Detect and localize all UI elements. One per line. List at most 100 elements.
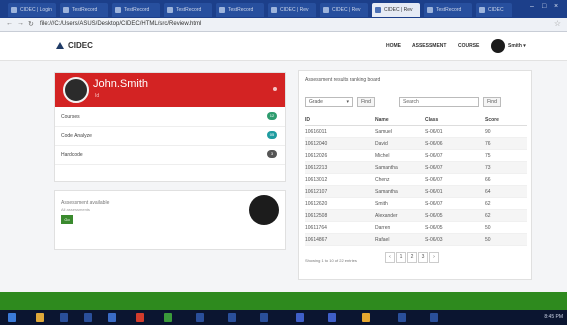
count-badge: 3 [267,150,277,158]
favicon-icon [323,7,329,13]
notification-title: Assessment available [61,200,110,206]
pagination-prev[interactable]: ‹ [385,252,395,263]
close-icon[interactable]: × [554,3,558,10]
notification-card: Assessment available All assessments Go [54,190,286,250]
url-input[interactable]: file:///C:/Users/ASUS/Desktop/CIDEC/HTML… [40,20,540,29]
sidebar-item-hardcode[interactable]: Hardcode 3 [55,146,285,165]
maximize-icon[interactable]: □ [542,3,546,10]
back-icon[interactable]: ← [6,20,13,27]
tab-testrecord[interactable]: TestRecord [60,3,108,17]
notification-avatar [249,195,279,225]
favicon-icon [427,7,433,13]
taskbar-app-icon[interactable] [296,313,304,322]
column-header[interactable]: Score [485,117,499,123]
column-header[interactable]: Class [425,117,438,123]
search-input[interactable]: Search [399,97,479,107]
taskbar-app-icon[interactable] [60,313,68,322]
os-taskbar: 8:45 PM [0,310,567,325]
user-menu-dropdown[interactable]: Smith ▾ [508,43,526,49]
go-button[interactable]: Go [61,215,73,224]
tab-cidec-review-active[interactable]: CIDEC | Rev [372,3,420,17]
nav-home[interactable]: HOME [386,43,401,49]
profile-header: John.Smith Id [55,73,285,107]
taskbar-app-icon[interactable] [430,313,438,322]
tab-testrecord[interactable]: TestRecord [216,3,264,17]
forward-icon[interactable]: → [17,20,24,27]
taskbar-app-icon[interactable] [108,313,116,322]
favicon-icon [375,7,381,13]
taskbar-app-icon[interactable] [196,313,204,322]
column-header[interactable]: ID [305,117,310,123]
table-row[interactable]: 10612107 Samantha S-06/01 64 [305,186,527,198]
table-row[interactable]: 10613012 Chenz S-06/07 66 [305,174,527,186]
table-row[interactable]: 10612620 Smith S-06/07 62 [305,198,527,210]
profile-card: John.Smith Id Courses 12 Code Analyze 05… [54,72,286,182]
tab-cidec-review[interactable]: CIDEC | Rev [268,3,316,17]
count-badge: 12 [267,112,277,120]
tray-clock[interactable]: 8:45 PM [544,314,563,320]
count-badge: 05 [267,131,277,139]
profile-subtitle: Id [95,93,100,99]
favicon-icon [479,7,485,13]
tab-testrecord[interactable]: TestRecord [164,3,212,17]
favicon-icon [11,7,17,13]
page-content: CIDEC HOME ASSESSMENT COURSE Smith ▾ Joh… [0,32,567,292]
pagination-next[interactable]: › [429,252,439,263]
tab-cidec-review[interactable]: CIDEC | Rev [320,3,368,17]
bookmark-star-icon[interactable]: ☆ [554,19,561,28]
taskbar-app-icon[interactable] [260,313,268,322]
start-icon[interactable] [8,313,16,322]
user-avatar[interactable] [491,39,505,53]
taskbar-app-icon[interactable] [362,313,370,322]
taskbar-app-icon[interactable] [136,313,144,322]
table-row[interactable]: 10612040 David S-06/06 76 [305,138,527,150]
site-footer [0,292,567,310]
chevron-down-icon: ▾ [346,99,349,105]
pagination-page-2[interactable]: 2 [407,252,417,263]
sidebar-item-code-analyze[interactable]: Code Analyze 05 [55,127,285,146]
tab-testrecord[interactable]: TestRecord [424,3,472,17]
taskbar-app-icon[interactable] [164,313,172,322]
notification-subtitle: All assessments [61,207,90,212]
tab-cidec[interactable]: CIDEC [476,3,512,17]
favicon-icon [271,7,277,13]
grade-select[interactable]: Grade ▾ [305,97,353,107]
table-row[interactable]: 10612026 Michel S-06/07 75 [305,150,527,162]
nav-assessment[interactable]: ASSESSMENT [412,43,446,49]
ranking-card: Assessment results ranking board Grade ▾ … [298,70,532,280]
file-explorer-icon[interactable] [36,313,44,322]
reload-icon[interactable]: ↻ [28,20,34,28]
taskbar-app-icon[interactable] [228,313,236,322]
table-row[interactable]: 10614867 Rafael S-06/03 50 [305,234,527,246]
browser-tab-bar: CIDEC | Login TestRecord TestRecord Test… [0,0,567,18]
address-bar: ← → ↻ file:///C:/Users/ASUS/Desktop/CIDE… [0,18,567,32]
site-logo[interactable]: CIDEC [56,41,93,50]
sidebar-item-label: Code Analyze [61,133,92,139]
column-header[interactable]: Name [375,117,389,123]
pagination-page-1[interactable]: 1 [396,252,406,263]
table-footer-info: Showing 1 to 10 of 22 entries [305,258,357,263]
taskbar-app-icon[interactable] [84,313,92,322]
sidebar: John.Smith Id Courses 12 Code Analyze 05… [54,72,286,257]
site-header: CIDEC HOME ASSESSMENT COURSE Smith ▾ [0,32,567,61]
table-row[interactable]: 10616011 Samuel S-06/01 90 [305,126,527,138]
find-button[interactable]: Find [357,97,375,107]
profile-avatar [63,77,89,103]
table-row[interactable]: 10611764 Darren S-06/05 50 [305,222,527,234]
profile-options-icon[interactable] [273,87,277,91]
table-row[interactable]: 10612213 Samantha S-06/07 73 [305,162,527,174]
tab-testrecord[interactable]: TestRecord [112,3,160,17]
card-title: Assessment results ranking board [305,77,381,83]
find-button[interactable]: Find [483,97,501,107]
tab-cidec-login[interactable]: CIDEC | Login [8,3,56,17]
pagination-page-3[interactable]: 3 [418,252,428,263]
taskbar-app-icon[interactable] [398,313,406,322]
nav-course[interactable]: COURSE [458,43,479,49]
taskbar-app-icon[interactable] [328,313,336,322]
minimize-icon[interactable]: – [530,3,534,10]
favicon-icon [167,7,173,13]
sidebar-item-courses[interactable]: Courses 12 [55,108,285,127]
table-header: ID Name Class Score [305,115,527,126]
table-row[interactable]: 10612508 Alexander S-06/05 62 [305,210,527,222]
logo-icon [56,42,64,49]
